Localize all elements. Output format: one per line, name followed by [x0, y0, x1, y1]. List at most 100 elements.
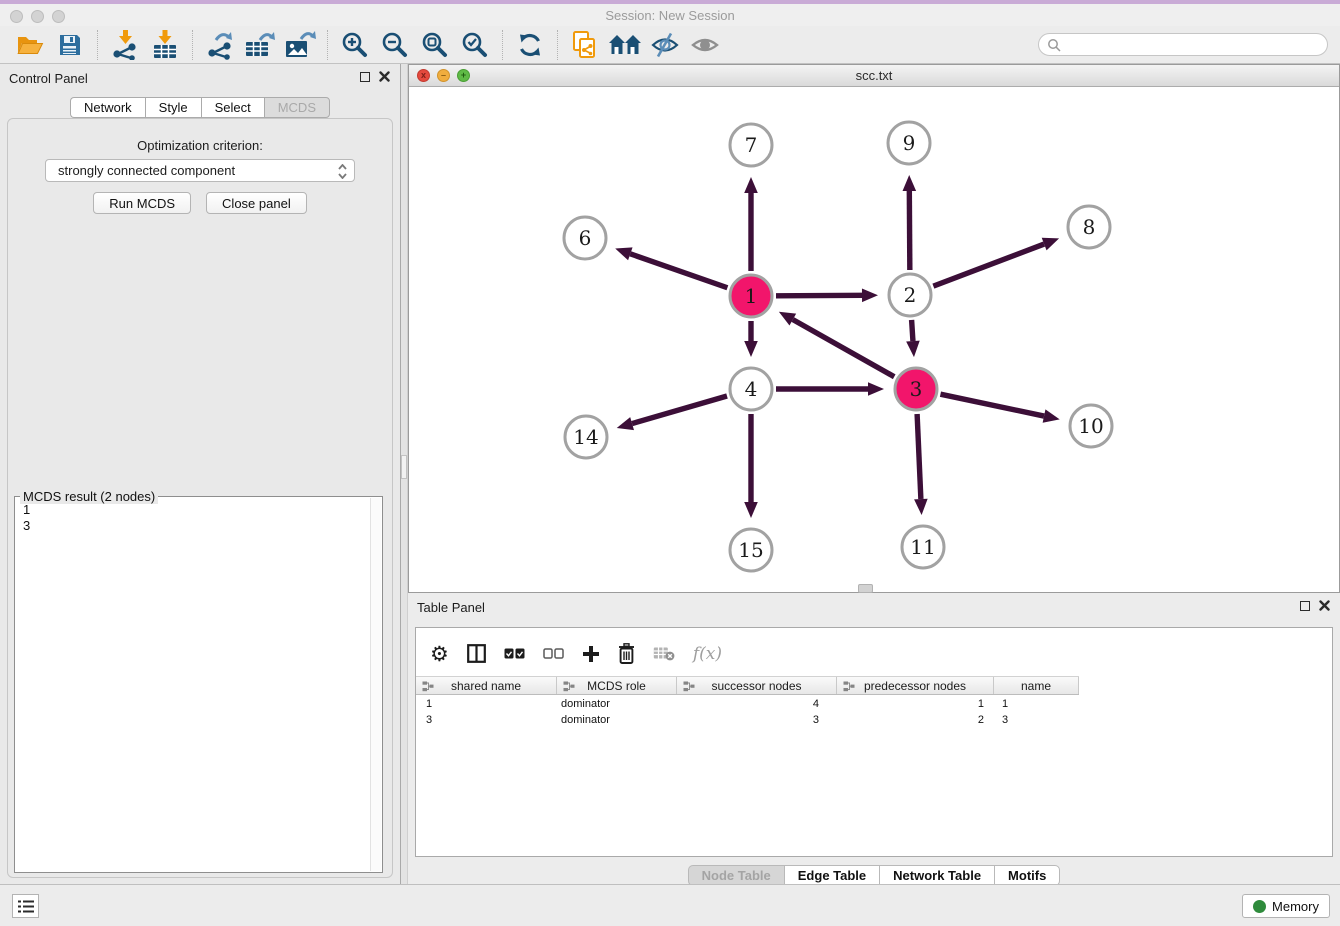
open-folder-icon[interactable]: [10, 29, 50, 61]
zoom-fit-icon[interactable]: [415, 29, 455, 61]
first-neighbors-icon[interactable]: [605, 29, 645, 61]
network-canvas[interactable]: 7 9 6 8 1 2 4 3 14 10 15 11: [409, 87, 1339, 592]
network-edge-1-7[interactable]: [744, 177, 758, 271]
network-edge-1-6[interactable]: [615, 247, 727, 287]
horizontal-splitter-handle[interactable]: [858, 584, 873, 593]
export-image-icon[interactable]: [280, 29, 320, 61]
table-panel: Table Panel ⚙ f: [408, 593, 1340, 884]
network-edge-3-1[interactable]: [779, 312, 894, 377]
network-node-15[interactable]: 15: [730, 529, 772, 571]
float-panel-icon[interactable]: [360, 72, 370, 82]
tab-mcds[interactable]: MCDS: [264, 97, 330, 118]
cell-successor-nodes[interactable]: 3: [677, 712, 837, 728]
column-header-shared-name[interactable]: shared name: [416, 677, 557, 694]
cell-name[interactable]: 1: [994, 696, 1079, 712]
float-table-panel-icon[interactable]: [1300, 601, 1310, 611]
mcds-result-item[interactable]: 1: [23, 502, 370, 518]
mcds-result-scrollbar[interactable]: [370, 498, 381, 871]
table-row[interactable]: 3dominator323: [416, 712, 1331, 728]
vertical-splitter-handle[interactable]: [401, 455, 407, 479]
cell-name[interactable]: 3: [994, 712, 1079, 728]
tab-network[interactable]: Network: [70, 97, 145, 118]
network-node-9[interactable]: 9: [888, 122, 930, 164]
select-all-columns-icon[interactable]: [504, 648, 525, 659]
network-edge-4-14[interactable]: [617, 396, 727, 430]
network-edge-2-3[interactable]: [906, 320, 920, 357]
network-node-1[interactable]: 1: [730, 275, 772, 317]
network-edge-1-4[interactable]: [744, 321, 758, 357]
cell-predecessor-nodes[interactable]: 2: [837, 712, 994, 728]
close-panel-button[interactable]: Close panel: [206, 192, 307, 214]
column-header-mcds-role[interactable]: MCDS role: [557, 677, 677, 694]
tab-select[interactable]: Select: [201, 97, 264, 118]
tab-edge-table[interactable]: Edge Table: [784, 865, 879, 886]
cell-mcds-role[interactable]: dominator: [557, 712, 677, 728]
cell-successor-nodes[interactable]: 4: [677, 696, 837, 712]
window-close-icon[interactable]: [10, 10, 23, 23]
import-network-icon[interactable]: [105, 29, 145, 61]
add-column-icon[interactable]: [582, 645, 600, 663]
tab-style[interactable]: Style: [145, 97, 201, 118]
export-table-icon[interactable]: [240, 29, 280, 61]
network-node-8[interactable]: 8: [1068, 206, 1110, 248]
save-icon[interactable]: [50, 29, 90, 61]
window-maximize-icon[interactable]: [52, 10, 65, 23]
network-maximize-icon[interactable]: +: [457, 69, 470, 82]
task-history-button[interactable]: [12, 894, 39, 918]
column-header-name[interactable]: name: [994, 677, 1079, 694]
deselect-all-columns-icon[interactable]: [543, 648, 564, 659]
network-edge-3-11[interactable]: [914, 414, 928, 515]
table-settings-gear-icon[interactable]: ⚙: [430, 644, 449, 664]
tab-network-table[interactable]: Network Table: [879, 865, 994, 886]
close-panel-icon[interactable]: [379, 71, 390, 82]
column-header-predecessor-nodes[interactable]: predecessor nodes: [837, 677, 994, 694]
network-node-7[interactable]: 7: [730, 124, 772, 166]
hide-selected-icon[interactable]: [645, 29, 685, 61]
table-row[interactable]: 1dominator411: [416, 696, 1331, 712]
network-edge-1-2[interactable]: [776, 289, 878, 303]
zoom-selected-icon[interactable]: [455, 29, 495, 61]
zoom-out-icon[interactable]: [375, 29, 415, 61]
network-node-10[interactable]: 10: [1070, 405, 1112, 447]
run-mcds-button[interactable]: Run MCDS: [93, 192, 191, 214]
network-edge-3-10[interactable]: [940, 394, 1059, 423]
mcds-result-list[interactable]: 13: [15, 497, 370, 872]
zoom-in-icon[interactable]: [335, 29, 375, 61]
cell-predecessor-nodes[interactable]: 1: [837, 696, 994, 712]
network-edge-2-8[interactable]: [933, 238, 1059, 286]
show-all-icon[interactable]: [685, 29, 725, 61]
search-input[interactable]: [1061, 36, 1327, 54]
tab-motifs[interactable]: Motifs: [994, 865, 1060, 886]
cell-shared-name[interactable]: 3: [416, 712, 557, 728]
network-close-icon[interactable]: x: [417, 69, 430, 82]
network-node-6[interactable]: 6: [564, 217, 606, 259]
network-graph[interactable]: 7 9 6 8 1 2 4 3 14 10 15 11: [409, 87, 1339, 592]
search-field[interactable]: [1038, 33, 1328, 56]
network-node-11[interactable]: 11: [902, 526, 944, 568]
tab-node-table[interactable]: Node Table: [688, 865, 784, 886]
network-node-2[interactable]: 2: [889, 274, 931, 316]
column-header-successor-nodes[interactable]: successor nodes: [677, 677, 837, 694]
network-edge-4-15[interactable]: [744, 414, 758, 518]
network-node-4[interactable]: 4: [730, 368, 772, 410]
network-node-3[interactable]: 3: [895, 368, 937, 410]
window-minimize-icon[interactable]: [31, 10, 44, 23]
cell-mcds-role[interactable]: dominator: [557, 696, 677, 712]
node-label: 10: [1078, 414, 1103, 438]
optimization-criterion-select[interactable]: strongly connected component: [45, 159, 355, 182]
memory-button[interactable]: Memory: [1242, 894, 1330, 918]
close-table-panel-icon[interactable]: [1319, 600, 1330, 611]
refresh-icon[interactable]: [510, 29, 550, 61]
network-node-14[interactable]: 14: [565, 416, 607, 458]
network-edge-4-3[interactable]: [776, 382, 884, 396]
cell-shared-name[interactable]: 1: [416, 696, 557, 712]
mcds-result-item[interactable]: 3: [23, 518, 370, 534]
network-window-titlebar[interactable]: x – + scc.txt: [409, 65, 1339, 87]
network-edge-2-9[interactable]: [903, 175, 917, 270]
delete-column-trash-icon[interactable]: [618, 643, 635, 664]
network-minimize-icon[interactable]: –: [437, 69, 450, 82]
import-table-icon[interactable]: [145, 29, 185, 61]
clone-network-icon[interactable]: [565, 29, 605, 61]
export-network-icon[interactable]: [200, 29, 240, 61]
show-columns-icon[interactable]: [467, 644, 486, 663]
